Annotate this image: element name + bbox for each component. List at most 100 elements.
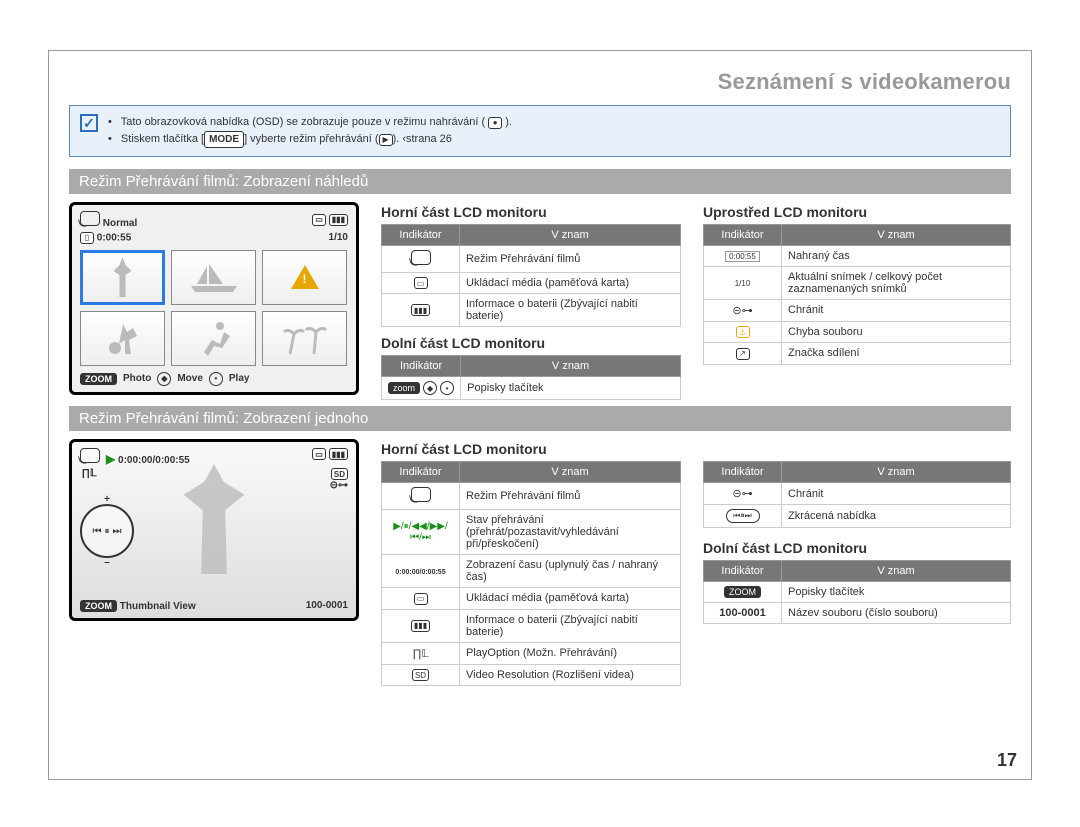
osd-counter: 1/10 bbox=[329, 232, 348, 243]
note-line-1: Tato obrazovková nabídka (OSD) se zobraz… bbox=[108, 114, 512, 131]
th-meaning: V znam bbox=[782, 224, 1011, 245]
th-indicator: Indikátor bbox=[704, 224, 782, 245]
cell: Nahraný čas bbox=[782, 245, 1011, 266]
cell: Ukládací média (paměťová karta) bbox=[460, 588, 681, 610]
indicator-table-single-top: IndikátorV znam Režim Přehrávání filmů ▶… bbox=[381, 461, 681, 686]
protect-icon: ⊝⊶ bbox=[732, 487, 752, 500]
cell: Popisky tlačítek bbox=[461, 377, 681, 400]
cell: Stav přehrávání (přehrát/pozastavit/vyhl… bbox=[460, 510, 681, 555]
thumbnail bbox=[262, 250, 347, 305]
osd-single-view: ▶ 0:00:00/0:00:55 ▭ ▮▮▮ ∏𝕃 SD ⊝⊶ ⏮⏸⏭ ZOO… bbox=[69, 439, 359, 621]
th-meaning: V znam bbox=[782, 462, 1011, 483]
thumbnail bbox=[171, 311, 256, 366]
elapsed-time-icon: 0:00:00/0:00:55 bbox=[395, 569, 445, 576]
cell: Chránit bbox=[782, 299, 1011, 321]
osd-elapsed-time: 0:00:00/0:00:55 bbox=[118, 455, 190, 466]
resolution-icon: SD bbox=[412, 669, 429, 681]
page-number: 17 bbox=[997, 750, 1017, 771]
cell: Ukládací média (paměťová karta) bbox=[460, 272, 681, 294]
cell: Informace o baterii (Zbývající nabití ba… bbox=[460, 294, 681, 327]
osd-normal-label: Normal bbox=[103, 218, 137, 229]
counter-indicator-icon: 1/10 bbox=[735, 279, 751, 288]
filename-icon: 100-0001 bbox=[719, 607, 766, 619]
storage-icon: ▭ bbox=[414, 593, 428, 605]
record-mode-icon: ● bbox=[488, 117, 502, 129]
palm-trees-icon bbox=[280, 318, 330, 358]
sd-icon: SD bbox=[331, 468, 348, 480]
thumbnail bbox=[80, 311, 165, 366]
cell: Informace o baterii (Zbývající nabití ba… bbox=[460, 609, 681, 642]
cell: Režim Přehrávání filmů bbox=[460, 245, 681, 272]
playback-icon bbox=[80, 211, 100, 226]
osd-filename: 100-0001 bbox=[306, 600, 348, 612]
check-icon: ✓ bbox=[80, 114, 98, 132]
playback-state-icons: ▶/⏸/◀◀/▶▶/⏮/⏭ bbox=[382, 510, 460, 555]
section-bar-2: Režim Přehrávání filmů: Zobrazení jednoh… bbox=[69, 406, 1011, 431]
manual-page: Seznámení s videokamerou ✓ Tato obrazovk… bbox=[48, 50, 1032, 780]
battery-icon: ▮▮▮ bbox=[411, 620, 430, 632]
thumbnail bbox=[262, 311, 347, 366]
subheading: Dolní část LCD monitoru bbox=[381, 335, 681, 351]
indicator-table-middle: IndikátorV znam 0:00:55 Nahraný čas 1/10 A… bbox=[703, 224, 1011, 365]
indicator-table-single-bottom: IndikátorV znam ZOOMPopisky tlačítek 100… bbox=[703, 560, 1011, 624]
cell: Aktuální snímek / celkový počet zaznamen… bbox=[782, 266, 1011, 299]
indicator-table-top: IndikátorV znam Režim Přehrávání filmů ▭… bbox=[381, 224, 681, 328]
joystick-icon: ◆ bbox=[423, 381, 437, 395]
section-bar-1: Režim Přehrávání filmů: Zobrazení náhled… bbox=[69, 169, 1011, 194]
protect-icon: ⊝⊶ bbox=[330, 480, 348, 491]
quick-menu-ring-icon: ⏮⏸⏭ bbox=[80, 504, 134, 558]
play-icon: ▶ bbox=[106, 452, 115, 466]
osd-photo-label: Photo bbox=[123, 373, 151, 384]
card-icon: ▭ bbox=[312, 448, 326, 460]
th-meaning: V znam bbox=[460, 462, 681, 483]
storage-icon: ▭ bbox=[414, 277, 428, 289]
joystick-icon: ◆ bbox=[157, 372, 171, 386]
cell: Popisky tlačítek bbox=[782, 582, 1011, 603]
running-icon bbox=[194, 318, 234, 358]
share-mark-icon: ↗ bbox=[736, 348, 750, 360]
indicator-table-single-right: IndikátorV znam ⊝⊶Chránit ⏮⏸⏭Zkrácená na… bbox=[703, 461, 1011, 528]
cell: Zkrácená nabídka bbox=[782, 505, 1011, 528]
time-indicator-icon: 0:00:55 bbox=[725, 251, 760, 262]
playback-mode-icon bbox=[411, 487, 431, 502]
note-line-2: Stiskem tlačítka [MODE] vyberte režim př… bbox=[108, 131, 512, 148]
thumbnail bbox=[171, 250, 256, 305]
note-box: ✓ Tato obrazovková nabídka (OSD) se zobr… bbox=[69, 105, 1011, 157]
th-indicator: Indikátor bbox=[382, 462, 460, 483]
battery-icon: ▮▮▮ bbox=[329, 214, 348, 226]
th-indicator: Indikátor bbox=[382, 224, 460, 245]
playoption-icon: ∏𝕃 bbox=[80, 468, 98, 491]
th-meaning: V znam bbox=[461, 356, 681, 377]
ok-icon: • bbox=[209, 372, 223, 386]
text: Stiskem tlačítka [ bbox=[121, 133, 204, 145]
cell: Název souboru (číslo souboru) bbox=[782, 603, 1011, 624]
film-icon: ▯ bbox=[80, 232, 94, 244]
osd-thumbnail-view: Normal ▭ ▮▮▮ ▯ 0:00:55 1/10 ZOOM Photo ◆ bbox=[69, 202, 359, 395]
file-error-icon: ⚠ bbox=[736, 326, 750, 338]
playback-icon bbox=[80, 448, 100, 463]
th-indicator: Indikátor bbox=[704, 561, 782, 582]
cell: Značka sdílení bbox=[782, 343, 1011, 365]
mode-chip: MODE bbox=[204, 131, 244, 148]
quick-menu-icon: ⏮⏸⏭ bbox=[726, 509, 760, 523]
warning-icon bbox=[291, 265, 319, 289]
protect-icon: ⊝⊶ bbox=[732, 304, 752, 317]
playback-mode-icon: ▶ bbox=[379, 134, 393, 146]
text: ). ‹strana 26 bbox=[393, 133, 452, 145]
sailboat-icon bbox=[189, 262, 239, 292]
zoom-key: ZOOM bbox=[80, 600, 117, 612]
thumbnail bbox=[80, 250, 165, 305]
cell: Režim Přehrávání filmů bbox=[460, 483, 681, 510]
text: ). bbox=[505, 116, 512, 128]
subheading: Uprostřed LCD monitoru bbox=[703, 204, 1011, 220]
battery-icon: ▮▮▮ bbox=[411, 304, 430, 316]
text: Tato obrazovková nabídka (OSD) se zobraz… bbox=[121, 116, 485, 128]
chapter-title: Seznámení s videokamerou bbox=[69, 69, 1011, 95]
basketball-icon bbox=[103, 318, 143, 358]
cell: Video Resolution (Rozlišení videa) bbox=[460, 664, 681, 686]
osd-thumbview-label: Thumbnail View bbox=[120, 601, 196, 612]
osd-play-label: Play bbox=[229, 373, 250, 384]
th-indicator: Indikátor bbox=[382, 356, 461, 377]
cell: Chyba souboru bbox=[782, 321, 1011, 343]
indicator-table-bottom: IndikátorV znam zoom ◆ •Popisky tlačítek bbox=[381, 355, 681, 400]
